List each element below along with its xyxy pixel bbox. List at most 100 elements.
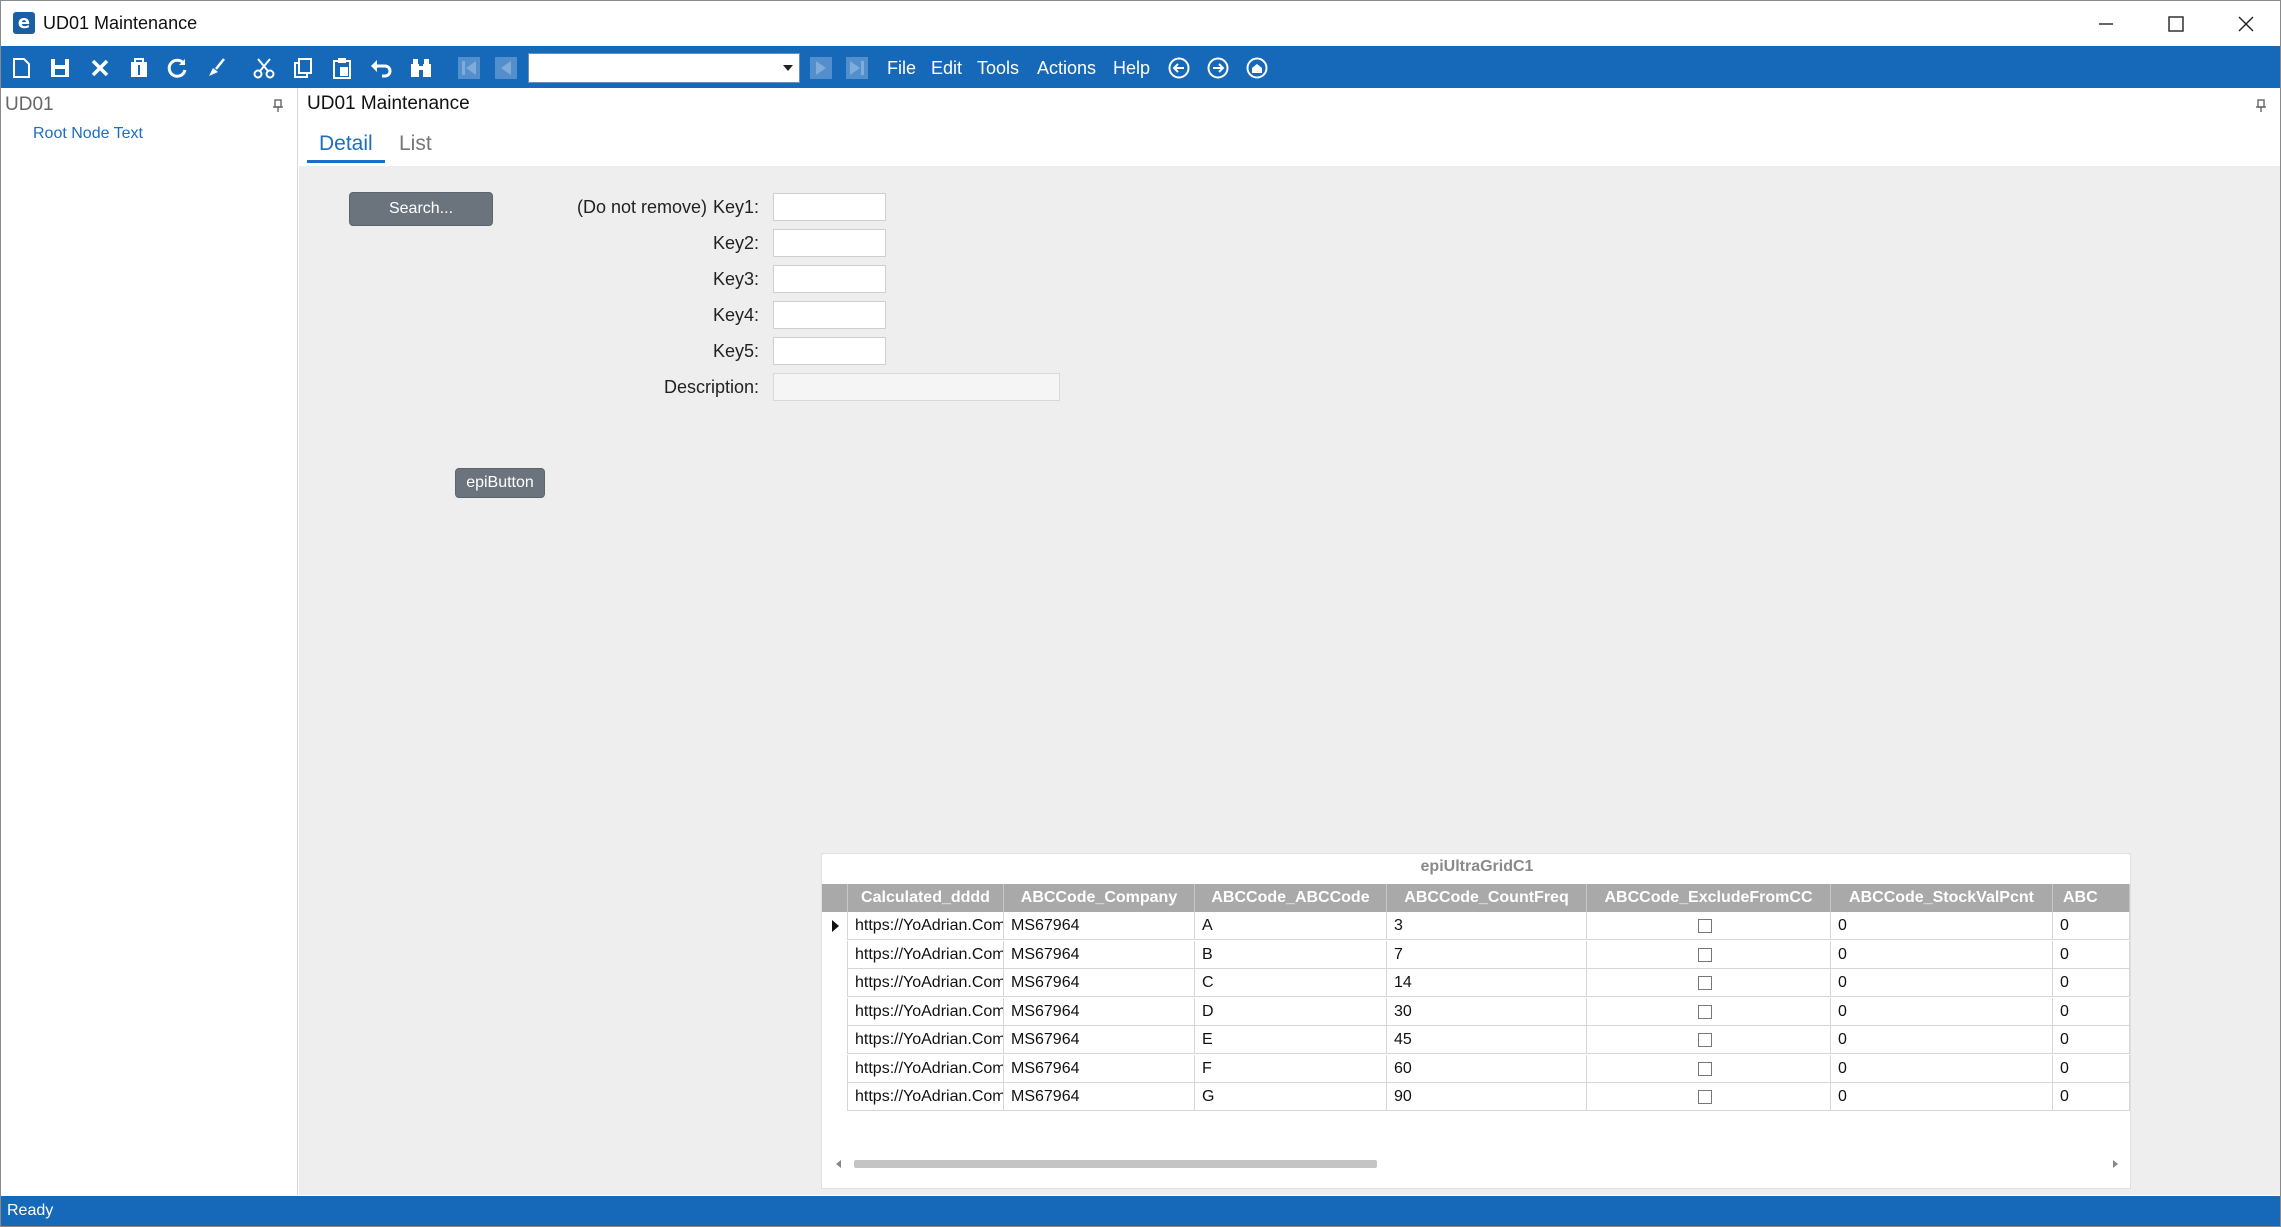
row-selector[interactable]	[822, 940, 848, 969]
scrollbar-thumb[interactable]	[854, 1160, 1377, 1168]
description-input[interactable]	[773, 373, 1060, 401]
grid-cell-code[interactable]: G	[1195, 1083, 1387, 1111]
menu-edit[interactable]: Edit	[931, 58, 962, 79]
menu-help[interactable]: Help	[1113, 58, 1150, 79]
home-icon[interactable]	[1244, 56, 1270, 80]
exclude-from-cc-checkbox[interactable]	[1698, 947, 1712, 962]
row-selector[interactable]	[822, 912, 848, 940]
grid-cell-code[interactable]: F	[1195, 1054, 1387, 1083]
paste-icon[interactable]	[329, 56, 355, 80]
table-row[interactable]: https://YoAdrian.Com/MS67964 B 7 0 0	[822, 940, 2130, 969]
grid-cell-exclude[interactable]	[1587, 1054, 1831, 1083]
column-header-stockvalpcnt[interactable]: ABCCode_StockValPcnt	[1831, 884, 2053, 912]
menu-file[interactable]: File	[887, 58, 916, 79]
grid-cell-freq[interactable]: 7	[1387, 940, 1587, 969]
column-header-company[interactable]: ABCCode_Company	[1004, 884, 1195, 912]
first-record-icon[interactable]	[456, 56, 482, 80]
grid-cell-stock[interactable]: 0	[1831, 1026, 2053, 1054]
grid-cell-stock[interactable]: 0	[1831, 969, 2053, 997]
epi-button[interactable]: epiButton	[455, 468, 545, 498]
column-header-excludefromcc[interactable]: ABCCode_ExcludeFromCC	[1587, 884, 1831, 912]
tab-list[interactable]: List	[399, 132, 432, 156]
chevron-down-icon[interactable]	[777, 54, 799, 82]
save-icon[interactable]	[47, 56, 73, 80]
grid-cell-code[interactable]: E	[1195, 1026, 1387, 1054]
back-arrow-icon[interactable]	[1166, 56, 1192, 80]
exclude-from-cc-checkbox[interactable]	[1698, 1033, 1712, 1047]
maximize-button[interactable]	[2141, 1, 2211, 46]
grid-cell-company[interactable]: MS67964	[1004, 1026, 1195, 1054]
key3-input[interactable]	[773, 265, 886, 293]
table-row[interactable]: https://YoAdrian.Com/MS67964 E 45 0 0	[822, 1026, 2130, 1054]
grid-cell-freq[interactable]: 45	[1387, 1026, 1587, 1054]
horizontal-scrollbar[interactable]	[822, 1154, 2130, 1174]
key1-input[interactable]	[773, 193, 886, 221]
row-selector[interactable]	[822, 997, 848, 1026]
grid-cell-url[interactable]: https://YoAdrian.Com/	[848, 1083, 1004, 1111]
grid-cell-url[interactable]: https://YoAdrian.Com/	[848, 969, 1004, 997]
close-button[interactable]	[2211, 1, 2281, 46]
undo-icon[interactable]	[368, 56, 394, 80]
grid-cell-stock[interactable]: 0	[1831, 940, 2053, 969]
table-row[interactable]: https://YoAdrian.Com/MS67964 D 30 0 0	[822, 997, 2130, 1026]
table-row[interactable]: https://YoAdrian.Com/MS67964 A 3 0 0	[822, 912, 2130, 940]
grid-cell-code[interactable]: B	[1195, 940, 1387, 969]
grid-cell-url[interactable]: https://YoAdrian.Com/	[848, 940, 1004, 969]
grid-cell-url[interactable]: https://YoAdrian.Com/	[848, 912, 1004, 940]
tab-detail[interactable]: Detail	[319, 132, 373, 156]
grid-cell-url[interactable]: https://YoAdrian.Com/	[848, 1026, 1004, 1054]
grid-cell-company[interactable]: MS67964	[1004, 1083, 1195, 1111]
grid-cell-freq[interactable]: 3	[1387, 912, 1587, 940]
grid-cell-url[interactable]: https://YoAdrian.Com/	[848, 1054, 1004, 1083]
cut-icon[interactable]	[251, 56, 277, 80]
scroll-right-icon[interactable]	[2110, 1159, 2120, 1169]
menu-actions[interactable]: Actions	[1037, 58, 1096, 79]
copy-icon[interactable]	[290, 56, 316, 80]
grid-cell-company[interactable]: MS67964	[1004, 912, 1195, 940]
tree-root-node[interactable]: Root Node Text	[33, 125, 143, 143]
grid-cell-abc[interactable]: 0	[2053, 912, 2130, 940]
column-header-abc-truncated[interactable]: ABC	[2053, 884, 2130, 912]
grid-cell-stock[interactable]: 0	[1831, 1083, 2053, 1111]
grid-cell-company[interactable]: MS67964	[1004, 969, 1195, 997]
grid-cell-abc[interactable]: 0	[2053, 997, 2130, 1026]
row-selector[interactable]	[822, 969, 848, 997]
grid-cell-abc[interactable]: 0	[2053, 1083, 2130, 1111]
grid-cell-abc[interactable]: 0	[2053, 940, 2130, 969]
table-row[interactable]: https://YoAdrian.Com/MS67964 F 60 0 0	[822, 1054, 2130, 1083]
binoculars-icon[interactable]	[408, 56, 434, 80]
last-record-icon[interactable]	[844, 56, 870, 80]
grid-cell-abc[interactable]: 0	[2053, 1026, 2130, 1054]
grid-cell-freq[interactable]: 90	[1387, 1083, 1587, 1111]
record-navigation-combo[interactable]	[528, 53, 800, 83]
column-header-countfreq[interactable]: ABCCode_CountFreq	[1387, 884, 1587, 912]
grid-cell-exclude[interactable]	[1587, 1083, 1831, 1111]
grid-cell-stock[interactable]: 0	[1831, 912, 2053, 940]
table-row[interactable]: https://YoAdrian.Com/MS67964 G 90 0 0	[822, 1083, 2130, 1111]
grid-cell-code[interactable]: A	[1195, 912, 1387, 940]
new-icon[interactable]	[8, 56, 34, 80]
delete-icon[interactable]	[87, 56, 113, 80]
grid-cell-freq[interactable]: 30	[1387, 997, 1587, 1026]
grid-cell-stock[interactable]: 0	[1831, 997, 2053, 1026]
key5-input[interactable]	[773, 337, 886, 365]
grid-cell-exclude[interactable]	[1587, 1026, 1831, 1054]
grid-cell-exclude[interactable]	[1587, 940, 1831, 969]
key2-input[interactable]	[773, 229, 886, 257]
grid-cell-freq[interactable]: 14	[1387, 969, 1587, 997]
grid-cell-code[interactable]: D	[1195, 997, 1387, 1026]
grid-cell-company[interactable]: MS67964	[1004, 997, 1195, 1026]
exclude-from-cc-checkbox[interactable]	[1698, 1004, 1712, 1019]
grid-cell-freq[interactable]: 60	[1387, 1054, 1587, 1083]
grid-cell-url[interactable]: https://YoAdrian.Com/	[848, 997, 1004, 1026]
grid-cell-exclude[interactable]	[1587, 969, 1831, 997]
attachments-icon[interactable]	[126, 56, 152, 80]
row-selector[interactable]	[822, 1054, 848, 1083]
row-selector[interactable]	[822, 1083, 848, 1111]
exclude-from-cc-checkbox[interactable]	[1698, 976, 1712, 990]
exclude-from-cc-checkbox[interactable]	[1698, 1090, 1712, 1104]
scroll-left-icon[interactable]	[834, 1159, 844, 1169]
grid-cell-exclude[interactable]	[1587, 997, 1831, 1026]
grid-cell-abc[interactable]: 0	[2053, 1054, 2130, 1083]
minimize-button[interactable]	[2071, 1, 2141, 46]
